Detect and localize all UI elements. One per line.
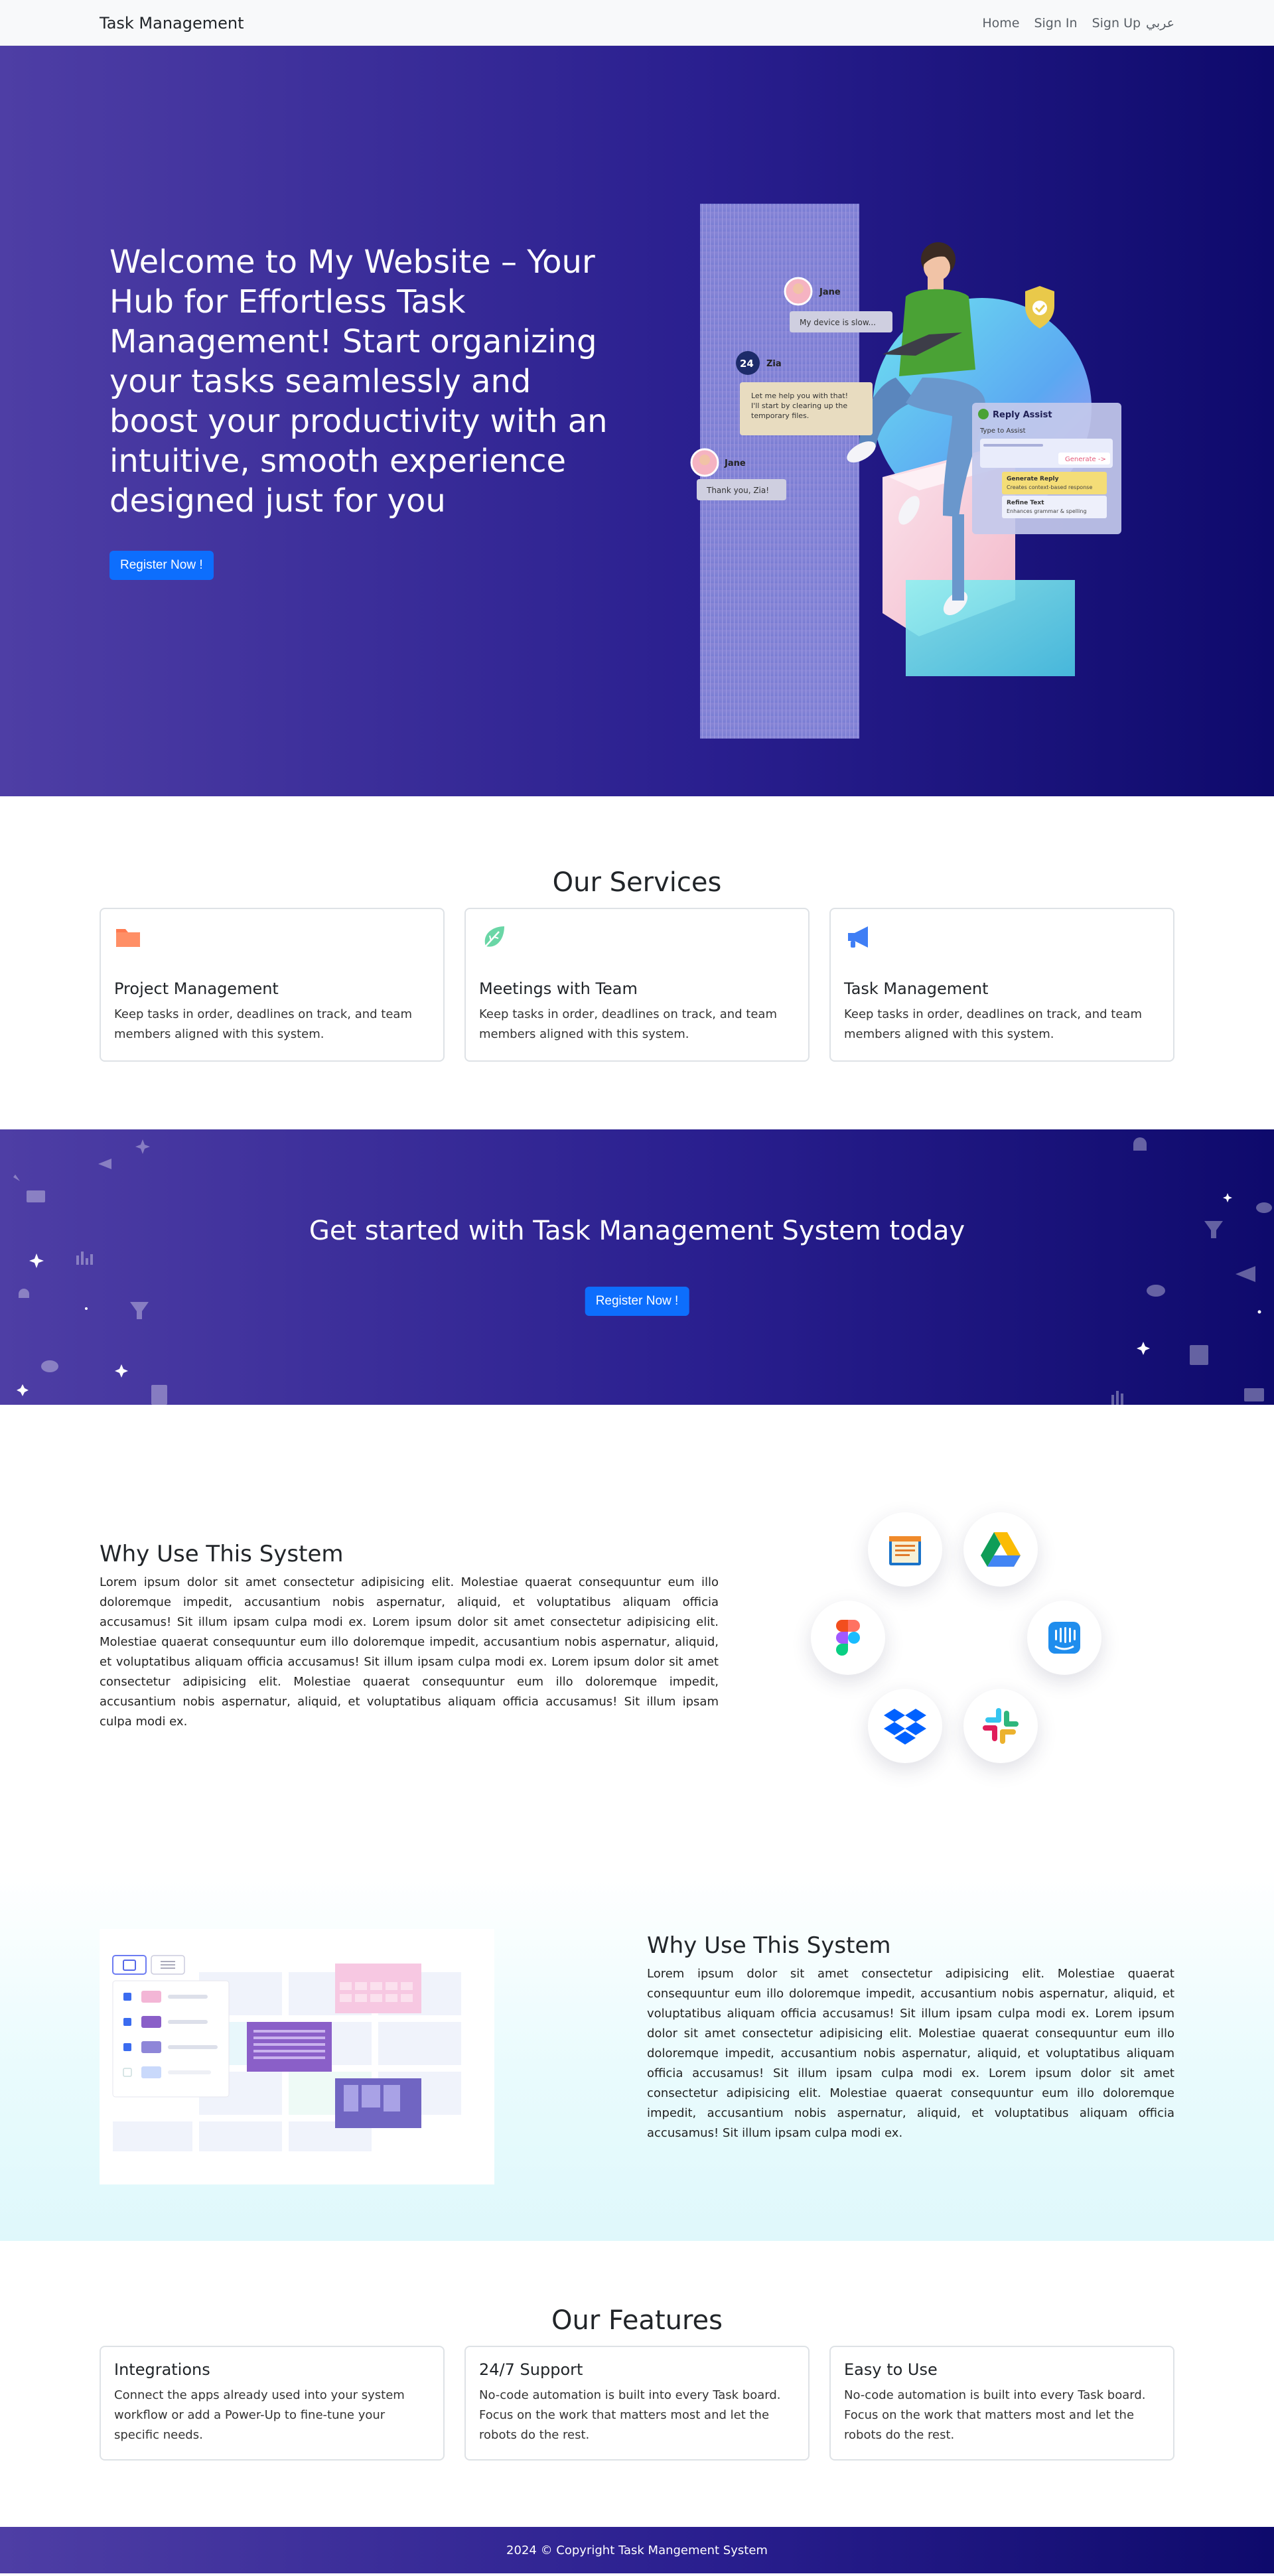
- services-cards: Project Management Keep tasks in order, …: [100, 908, 1174, 1062]
- megaphone-icon: [848, 926, 868, 948]
- cta-section: Get started with Task Management System …: [0, 1129, 1274, 1405]
- svg-text:I'll start by clearing up the: I'll start by clearing up the: [751, 401, 847, 410]
- feature-card-title: Integrations: [114, 2360, 210, 2379]
- features-cards: Integrations Connect the apps already us…: [100, 2346, 1174, 2461]
- feature-card: Easy to Use No-code automation is built …: [829, 2346, 1174, 2461]
- svg-text:Reply Assist: Reply Assist: [993, 410, 1052, 420]
- nav-signup-link[interactable]: Sign Up: [1092, 16, 1141, 31]
- striped-panel: [700, 204, 859, 739]
- feature-card: 24/7 Support No-code automation is built…: [464, 2346, 810, 2461]
- language-toggle-link[interactable]: عربي: [1146, 16, 1174, 31]
- cta-register-button[interactable]: Register Now !: [585, 1287, 689, 1316]
- svg-text:Type to Assist: Type to Assist: [979, 427, 1026, 435]
- svg-text:Creates context-based response: Creates context-based response: [1007, 484, 1092, 490]
- service-card: Project Management Keep tasks in order, …: [100, 908, 445, 1062]
- feature-card-text: No-code automation is built into every T…: [479, 2388, 781, 2442]
- service-card-text: Keep tasks in order, deadlines on track,…: [844, 1007, 1142, 1041]
- person-shirt: [899, 289, 975, 376]
- footer-copyright: 2024 © Copyright Task Mangement System: [506, 2543, 768, 2557]
- hero-illustration: Jane My device is slow... 24 Zia Let me …: [690, 204, 1121, 739]
- google-drive-icon: [963, 1512, 1038, 1587]
- why-section-1: Why Use This System Lorem ipsum dolor si…: [0, 1405, 1274, 1869]
- nav-home-link[interactable]: Home: [982, 16, 1019, 31]
- svg-text:Jane: Jane: [819, 287, 841, 297]
- hero-text: Welcome to My Website – Your Hub for Eff…: [109, 242, 627, 580]
- why-title: Why Use This System: [647, 1932, 891, 1959]
- task-board-illustration: [100, 1929, 494, 2184]
- svg-text:Refine Text: Refine Text: [1007, 500, 1044, 506]
- hero-register-button[interactable]: Register Now !: [109, 551, 214, 580]
- feature-card-text: Connect the apps already used into your …: [114, 2388, 405, 2442]
- folder-icon: [116, 929, 140, 947]
- why-text: Lorem ipsum dolor sit amet consectetur a…: [100, 1575, 719, 1729]
- service-card: Meetings with Team Keep tasks in order, …: [464, 908, 810, 1062]
- feature-card-text: No-code automation is built into every T…: [844, 2388, 1146, 2442]
- leaf-icon: [484, 926, 504, 948]
- services-title: Our Services: [552, 867, 722, 898]
- feature-card-title: Easy to Use: [844, 2360, 938, 2379]
- svg-text:My device is slow...: My device is slow...: [800, 318, 876, 327]
- service-card-title: Task Management: [844, 979, 989, 998]
- hero-section: Welcome to My Website – Your Hub for Eff…: [0, 46, 1274, 796]
- services-section: Our Services Project Management Keep tas…: [0, 796, 1274, 1129]
- feature-card: Integrations Connect the apps already us…: [100, 2346, 445, 2461]
- svg-text:temporary files.: temporary files.: [751, 411, 809, 420]
- nav-links: Home Sign In Sign Up عربي: [982, 16, 1174, 31]
- why-title: Why Use This System: [100, 1541, 344, 1567]
- cta-title: Get started with Task Management System …: [309, 1216, 965, 1246]
- features-section: Our Features Integrations Connect the ap…: [0, 2241, 1274, 2527]
- svg-text:Let me help you with that!: Let me help you with that!: [751, 392, 848, 400]
- navbar: Task Management Home Sign In Sign Up عرب…: [0, 0, 1274, 46]
- svg-text:Enhances grammar & spelling: Enhances grammar & spelling: [1007, 508, 1087, 514]
- service-card-title: Project Management: [114, 979, 279, 998]
- calendar-app-icon: [868, 1512, 942, 1587]
- why-text: Lorem ipsum dolor sit amet consectetur a…: [647, 1967, 1174, 2140]
- svg-text:Jane: Jane: [724, 459, 746, 468]
- teal-shape: [906, 580, 1075, 676]
- app-integrations-cluster: [803, 1504, 1108, 1783]
- figma-icon: [811, 1601, 885, 1675]
- nav-signin-link[interactable]: Sign In: [1034, 16, 1077, 31]
- svg-text:Generate Reply: Generate Reply: [1007, 476, 1059, 482]
- feature-card-title: 24/7 Support: [479, 2360, 583, 2379]
- reply-assist-panel: Reply Assist Type to Assist Generate -> …: [972, 403, 1121, 534]
- why-section-2: Why Use This System Lorem ipsum dolor si…: [0, 1869, 1274, 2241]
- footer: 2024 © Copyright Task Mangement System: [0, 2527, 1274, 2573]
- service-card-text: Keep tasks in order, deadlines on track,…: [479, 1007, 777, 1041]
- why-text-block: Why Use This System Lorem ipsum dolor si…: [100, 1541, 719, 1732]
- service-card-text: Keep tasks in order, deadlines on track,…: [114, 1007, 412, 1041]
- service-card-title: Meetings with Team: [479, 979, 638, 998]
- why-text-block: Why Use This System Lorem ipsum dolor si…: [647, 1932, 1174, 2143]
- dropbox-icon: [868, 1689, 942, 1763]
- service-card: Task Management Keep tasks in order, dea…: [829, 908, 1174, 1062]
- brand-link[interactable]: Task Management: [100, 14, 244, 33]
- slack-icon: [963, 1689, 1038, 1763]
- svg-text:24: 24: [740, 358, 754, 370]
- svg-text:Generate ->: Generate ->: [1065, 456, 1106, 463]
- cta-decoration: [13, 1137, 1272, 1405]
- svg-text:Zia: Zia: [766, 359, 782, 369]
- hero-title: Welcome to My Website – Your Hub for Eff…: [109, 244, 608, 520]
- features-title: Our Features: [551, 2305, 723, 2336]
- intercom-icon: [1027, 1601, 1101, 1675]
- svg-text:Thank you, Zia!: Thank you, Zia!: [706, 486, 769, 495]
